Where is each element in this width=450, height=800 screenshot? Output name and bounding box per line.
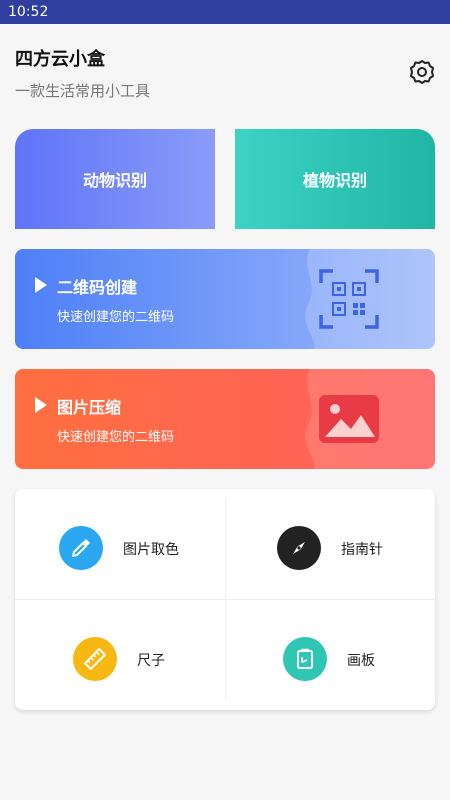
play-icon — [35, 397, 47, 413]
plant-recognition-label: 植物识别 — [302, 171, 367, 190]
qr-create-banner[interactable]: 二维码创建 快速创建您的二维码 — [15, 249, 435, 349]
animal-recognition-label: 动物识别 — [82, 171, 147, 190]
app-subtitle: 一款生活常用小工具 — [15, 82, 151, 100]
banner-subtitle: 快速创建您的二维码 — [57, 310, 175, 325]
tool-label: 画板 — [347, 653, 375, 669]
banner-title: 图片压缩 — [57, 398, 122, 417]
tool-color-picker[interactable]: 图片取色 — [15, 489, 225, 599]
tool-ruler[interactable]: 尺子 — [15, 600, 225, 710]
tool-compass[interactable]: 指南针 — [225, 489, 435, 599]
status-time: 10:52 — [8, 4, 49, 20]
compass-icon — [277, 526, 321, 570]
image-compress-banner[interactable]: 图片压缩 快速创建您的二维码 — [15, 369, 435, 469]
settings-gear-icon[interactable] — [408, 58, 436, 86]
plant-recognition-card[interactable]: 植物识别 — [235, 129, 435, 229]
ruler-icon — [73, 637, 117, 681]
banner-subtitle: 快速创建您的二维码 — [57, 430, 175, 445]
tool-label: 尺子 — [137, 653, 165, 669]
drawing-board-icon — [283, 637, 327, 681]
tool-label: 指南针 — [341, 542, 383, 558]
animal-recognition-card[interactable]: 动物识别 — [15, 129, 215, 229]
qr-code-icon — [319, 269, 379, 329]
app-title: 四方云小盒 — [15, 49, 105, 70]
image-icon — [319, 395, 379, 443]
status-bar: 10:52 — [0, 0, 450, 24]
tool-drawing-board[interactable]: 画板 — [225, 600, 435, 710]
play-icon — [35, 277, 47, 293]
tool-label: 图片取色 — [123, 542, 179, 558]
tools-grid: 图片取色 指南针 尺子 画板 — [15, 489, 435, 710]
banner-title: 二维码创建 — [57, 278, 138, 297]
eyedropper-icon — [59, 526, 103, 570]
